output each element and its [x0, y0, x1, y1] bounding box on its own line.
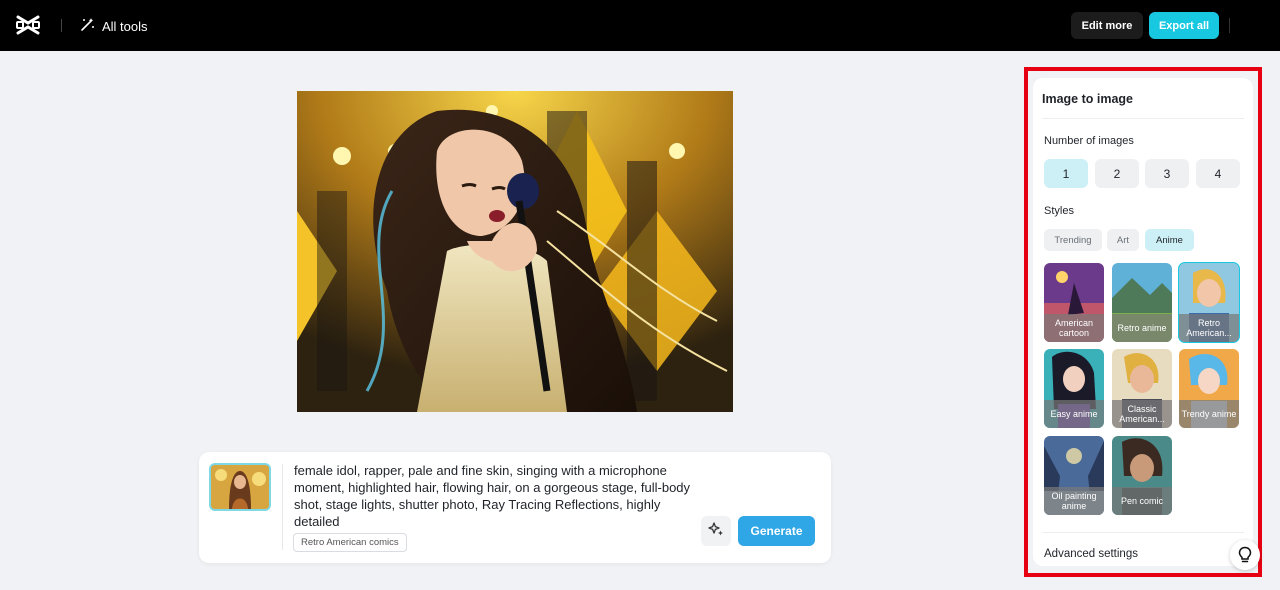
style-card-label: Oil painting anime [1044, 487, 1104, 515]
generate-button[interactable]: Generate [738, 516, 815, 546]
selected-style-tag[interactable]: Retro American comics [293, 533, 407, 552]
number-of-images-label: Number of images [1044, 135, 1134, 147]
prompt-divider [282, 464, 283, 550]
lightbulb-icon[interactable] [1230, 540, 1260, 570]
image-to-image-panel: Image to image Number of images 1 2 3 4 … [1033, 78, 1253, 566]
style-card-label: Pen comic [1112, 487, 1172, 515]
number-option-4[interactable]: 4 [1196, 159, 1240, 188]
number-option-2[interactable]: 2 [1095, 159, 1139, 188]
tab-art[interactable]: Art [1107, 229, 1139, 251]
style-card-retro-american[interactable]: Retro American... [1178, 262, 1240, 343]
style-card-retro-anime[interactable]: Retro anime [1112, 263, 1172, 342]
panel-divider [1042, 118, 1244, 119]
top-bar: All tools Edit more Export all [0, 0, 1280, 51]
export-all-button[interactable]: Export all [1149, 12, 1219, 39]
style-card-label: American cartoon [1044, 314, 1104, 342]
sparkle-icon [708, 521, 724, 542]
tab-trending[interactable]: Trending [1044, 229, 1102, 251]
all-tools-button[interactable]: All tools [80, 17, 148, 35]
header-divider [61, 19, 62, 32]
number-option-3[interactable]: 3 [1145, 159, 1189, 188]
style-card-label: Retro anime [1112, 314, 1172, 342]
edit-more-button[interactable]: Edit more [1071, 12, 1143, 39]
style-card-trendy-anime[interactable]: Trendy anime [1179, 349, 1239, 428]
tab-anime[interactable]: Anime [1145, 229, 1194, 251]
styles-label: Styles [1044, 205, 1074, 217]
prompt-input[interactable]: female idol, rapper, pale and fine skin,… [294, 462, 694, 530]
generated-image[interactable] [297, 91, 733, 412]
advanced-settings-toggle[interactable]: Advanced settings [1044, 548, 1138, 560]
style-card-label: Retro American... [1179, 314, 1239, 342]
reference-image-thumbnail[interactable] [209, 463, 271, 511]
style-card-classic-american[interactable]: Classic American... [1112, 349, 1172, 428]
magic-wand-icon [80, 17, 95, 35]
prompt-card: female idol, rapper, pale and fine skin,… [199, 452, 831, 563]
style-card-label: Classic American... [1112, 400, 1172, 428]
style-card-pen-comic[interactable]: Pen comic [1112, 436, 1172, 515]
capcut-logo-icon[interactable] [16, 14, 40, 36]
style-card-american-cartoon[interactable]: American cartoon [1044, 263, 1104, 342]
style-card-label: Trendy anime [1179, 400, 1239, 428]
style-card-easy-anime[interactable]: Easy anime [1044, 349, 1104, 428]
panel-divider [1042, 532, 1244, 533]
enhance-prompt-button[interactable] [701, 516, 731, 546]
number-option-1[interactable]: 1 [1044, 159, 1088, 188]
all-tools-label: All tools [102, 18, 148, 34]
panel-title: Image to image [1042, 92, 1133, 106]
style-card-oil-painting-anime[interactable]: Oil painting anime [1044, 436, 1104, 515]
header-divider-right [1229, 18, 1230, 33]
style-card-label: Easy anime [1044, 400, 1104, 428]
